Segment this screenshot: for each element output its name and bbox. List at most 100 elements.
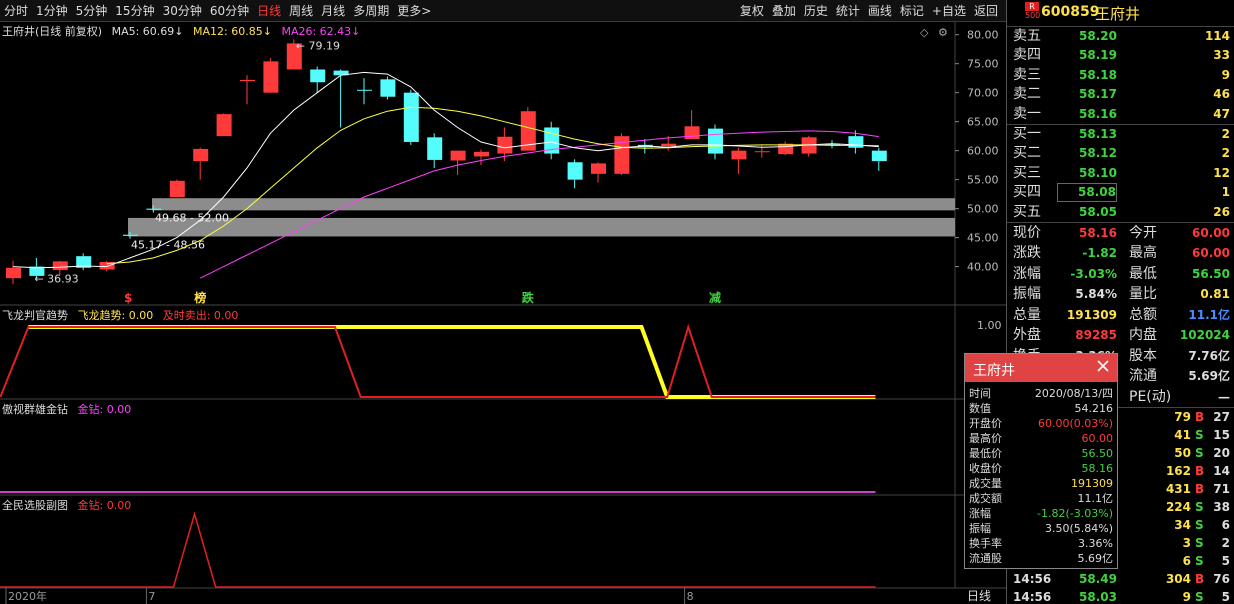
zone1-label: 49.68 - 52.00 (155, 211, 229, 224)
period-tab-7[interactable]: 周线 (285, 0, 317, 22)
period-tab-4[interactable]: 30分钟 (159, 0, 206, 22)
period-tab-1[interactable]: 1分钟 (32, 0, 72, 22)
popup-row-10: 换手率 3.36% (965, 536, 1117, 551)
period-tab-0[interactable]: 分时 (0, 0, 32, 22)
ma12-label: MA12: 60.85↓ (193, 25, 272, 38)
ask-label: 卖三 (1013, 66, 1041, 83)
stat-value: 60.00 (1192, 246, 1230, 261)
popup-value: 191309 (1071, 477, 1113, 490)
tick-count: 27 (1213, 410, 1230, 425)
tick-count: 5 (1221, 554, 1230, 569)
candle-body (427, 137, 443, 160)
popup-value: -1.82(-3.03%) (1037, 507, 1113, 520)
ask-price: 58.17 (1079, 87, 1117, 102)
candle-body (310, 69, 326, 83)
tool-button-5[interactable]: 标记 (896, 0, 928, 22)
candle-31[interactable] (731, 147, 747, 174)
chart-area[interactable]: 49.68 - 52.00 45.17 - 48.56 80.00 75.00 70.0… (0, 22, 1006, 604)
period-tab-9[interactable]: 多周期 (349, 0, 393, 22)
bid-list: 买一 58.13 2 买二 58.12 2 买三 58.10 12 买四 58.08 1 买五 58.05… (1007, 125, 1234, 222)
pane2-legend: 傲视群雄金钻 金钻: 0.00 (2, 401, 137, 417)
bid-price: 58.08 (1057, 183, 1117, 203)
candle-34[interactable] (801, 136, 817, 157)
bid-label: 买二 (1013, 145, 1041, 162)
popup-value: 54.216 (1074, 402, 1114, 415)
candle-17[interactable] (403, 89, 419, 145)
popup-key: 收盘价 (969, 462, 1002, 475)
candle-37[interactable] (871, 147, 887, 171)
tool-button-3[interactable]: 统计 (832, 0, 864, 22)
ask-price: 58.16 (1079, 106, 1117, 121)
period-tab-3[interactable]: 15分钟 (111, 0, 158, 22)
pane2-label: 金钻: 0.00 (77, 403, 132, 416)
chart-tools: 复权 叠加 历史 统计 画线 标记 +自选 返回 (736, 0, 1002, 22)
tick-side: S (1195, 590, 1204, 604)
ask-row-3: 卖二 58.17 46 (1007, 85, 1234, 104)
period-tab-10[interactable]: 更多> (393, 0, 435, 22)
period-tab-6[interactable]: 日线 (253, 0, 285, 22)
ask-label: 卖一 (1013, 105, 1041, 122)
candle-body (450, 150, 466, 161)
price-axis-label: 75.00 (967, 58, 999, 71)
pane2-name: 傲视群雄金钻 (2, 403, 68, 416)
tick-row-9: 14:56 58.49 304 B 76 (1007, 570, 1234, 588)
candle-24[interactable] (567, 159, 583, 189)
candle-26[interactable] (614, 133, 630, 176)
stat-value: 11.1亿 (1188, 307, 1230, 322)
candle-7[interactable] (169, 179, 185, 198)
price-axis-label: 50.00 (967, 203, 999, 216)
tool-button-4[interactable]: 画线 (864, 0, 896, 22)
stat-label: 涨跌 (1013, 245, 1041, 262)
candle-14[interactable] (333, 69, 349, 128)
candle-9[interactable] (216, 113, 232, 137)
stat-value: 89285 (1075, 328, 1117, 343)
pane3-legend: 全民选股副图 金钻: 0.00 (2, 497, 137, 513)
diamond-icon[interactable]: ◇ (920, 26, 929, 39)
candle-29[interactable] (684, 110, 700, 140)
period-tab-5[interactable]: 60分钟 (206, 0, 253, 22)
stat-value: 5.69亿 (1188, 369, 1230, 384)
tool-button-1[interactable]: 叠加 (768, 0, 800, 22)
candle-11[interactable] (263, 57, 279, 93)
tool-button-0[interactable]: 复权 (736, 0, 768, 22)
close-icon[interactable] (1095, 358, 1111, 374)
tool-button-7[interactable]: 返回 (970, 0, 1002, 22)
candle-20[interactable] (474, 149, 489, 166)
high-note: ← 79.19 (296, 39, 340, 52)
candle-body (754, 151, 770, 153)
period-tab-8[interactable]: 月线 (317, 0, 349, 22)
ma5-label: MA5: 60.69↓ (111, 25, 184, 38)
period-tab-2[interactable]: 5分钟 (72, 0, 112, 22)
candle-body (123, 234, 138, 236)
candle-body (848, 136, 864, 148)
candle-23[interactable] (544, 121, 560, 160)
popup-value: 60.00(0.03%) (1037, 417, 1113, 430)
tick-side: S (1195, 536, 1204, 551)
settings-icon[interactable]: ⚙ (938, 26, 948, 39)
ask-label: 卖五 (1013, 28, 1041, 44)
candle-18[interactable] (427, 133, 443, 169)
candle-33[interactable] (778, 141, 794, 156)
candle-15[interactable] (357, 78, 372, 105)
candle-body (591, 163, 606, 174)
candle-30[interactable] (708, 124, 723, 160)
stat-value: 56.50 (1192, 266, 1230, 281)
candle-19[interactable] (450, 150, 466, 176)
tick-row-10: 14:56 58.03 9 S 5 (1007, 588, 1234, 604)
candle-8[interactable] (193, 147, 209, 180)
candle-16[interactable] (380, 76, 396, 100)
popup-title: 王府井 (973, 363, 1015, 379)
stat-value: 5.84% (1075, 287, 1117, 302)
candle-10[interactable] (240, 75, 255, 105)
tool-button-2[interactable]: 历史 (800, 0, 832, 22)
candle-body (731, 150, 747, 160)
candle-3[interactable] (76, 253, 92, 271)
candle-0[interactable] (6, 260, 21, 284)
stat-label: 总额 (1129, 306, 1157, 323)
popup-row-2: 开盘价 60.00(0.03%) (965, 416, 1117, 431)
candle-25[interactable] (591, 162, 606, 183)
ask-price: 58.19 (1079, 48, 1117, 63)
pane1-trend-label: 飞龙趋势: 0.00 (77, 309, 154, 322)
ask-volume: 9 (1221, 67, 1230, 82)
tool-button-6[interactable]: +自选 (928, 0, 970, 22)
